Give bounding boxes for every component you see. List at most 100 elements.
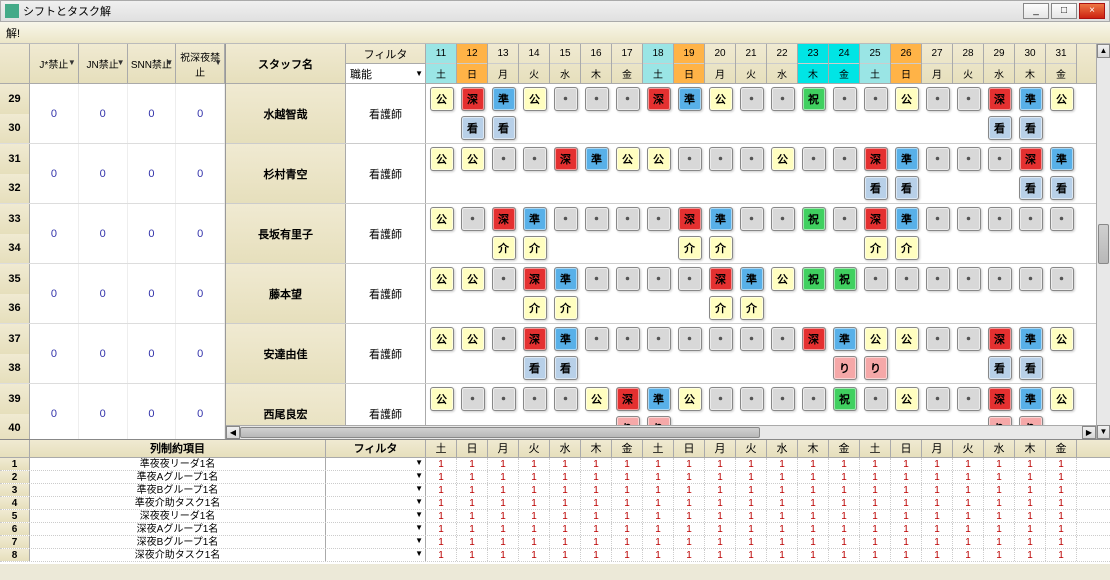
constraint-value[interactable]: 1 [612,536,643,548]
shift-cell[interactable]: 深 [984,84,1015,114]
scrollbar-thumb[interactable] [1098,224,1109,264]
dropdown-icon[interactable]: ▼ [214,58,222,67]
constraint-value[interactable]: 1 [922,484,953,496]
shift-badge-ri[interactable]: り [647,416,671,425]
shift-badge-dot[interactable]: ・ [1050,267,1074,291]
constraint-value[interactable]: 1 [426,458,457,470]
shift-cell[interactable]: ・ [953,84,984,114]
shift-badge-kou[interactable]: 公 [430,87,454,111]
shift-badge-kan[interactable]: 看 [1019,356,1043,380]
constraint-value[interactable]: 1 [1015,458,1046,470]
day-header[interactable]: 23木 [798,44,829,83]
shift-badge-dot[interactable]: ・ [926,387,950,411]
shift-cell[interactable]: ・ [953,324,984,354]
shift-badge-dot[interactable]: ・ [585,207,609,231]
shift-cell[interactable] [550,414,581,426]
shift-cell[interactable]: 準 [736,264,767,294]
shift-cell[interactable] [922,174,953,204]
shift-badge-dot[interactable]: ・ [771,87,795,111]
constraint-value[interactable]: 1 [612,523,643,535]
shift-badge-kou[interactable]: 公 [461,147,485,171]
shift-cell[interactable]: 公 [643,144,674,174]
shift-badge-shin[interactable]: 深 [864,207,888,231]
day-header[interactable]: 27月 [922,44,953,83]
shift-badge-kai[interactable]: 介 [554,296,578,320]
constraint-value[interactable]: 1 [767,484,798,496]
scroll-right-icon[interactable]: ▶ [1082,426,1096,439]
shift-badge-shuku[interactable]: 祝 [802,207,826,231]
constraint-value[interactable]: 1 [922,510,953,522]
constraint-value[interactable]: 1 [798,471,829,483]
shift-cell[interactable] [922,234,953,264]
shift-cell[interactable] [984,234,1015,264]
shift-badge-shin[interactable]: 深 [709,267,733,291]
dropdown-icon[interactable]: ▼ [117,58,125,67]
shift-cell[interactable]: ・ [860,84,891,114]
shift-badge-kou[interactable]: 公 [430,147,454,171]
shift-cell[interactable]: ・ [829,204,860,234]
shift-badge-kai[interactable]: 介 [895,236,919,260]
shift-cell[interactable]: り [643,414,674,426]
left-cell[interactable]: 0 [79,204,128,263]
shift-badge-shin[interactable]: 深 [647,87,671,111]
shift-cell[interactable] [798,114,829,144]
constraint-value[interactable]: 1 [581,523,612,535]
scroll-left-icon[interactable]: ◀ [226,426,240,439]
minimize-button[interactable]: _ [1023,3,1049,19]
shift-badge-dot[interactable]: ・ [864,387,888,411]
shift-cell[interactable]: 準 [1015,84,1046,114]
shift-badge-dot[interactable]: ・ [895,267,919,291]
constraint-value[interactable]: 1 [891,484,922,496]
day-header[interactable]: 18土 [643,44,674,83]
constraint-value[interactable]: 1 [891,458,922,470]
shift-cell[interactable]: 公 [457,264,488,294]
shift-cell[interactable]: 公 [519,84,550,114]
shift-badge-dot[interactable]: ・ [492,327,516,351]
constraint-value[interactable]: 1 [767,523,798,535]
shift-cell[interactable]: ・ [1015,264,1046,294]
day-header[interactable]: 25土 [860,44,891,83]
shift-badge-shin[interactable]: 深 [523,267,547,291]
constraint-filter[interactable]: ▼ [326,536,426,548]
shift-cell[interactable]: 看 [550,354,581,384]
shift-cell[interactable]: ・ [581,84,612,114]
shift-badge-dot[interactable]: ・ [771,387,795,411]
shift-cell[interactable]: 準 [891,204,922,234]
constraint-value[interactable]: 1 [705,510,736,522]
shift-cell[interactable]: ・ [581,264,612,294]
constraint-value[interactable]: 1 [457,497,488,509]
constraint-value[interactable]: 1 [829,471,860,483]
constraint-value[interactable]: 1 [984,497,1015,509]
shift-cell[interactable] [953,354,984,384]
shift-cell[interactable]: ・ [767,384,798,414]
constraint-value[interactable]: 1 [1015,523,1046,535]
shift-badge-shin[interactable]: 深 [864,147,888,171]
shift-cell[interactable]: り [860,354,891,384]
shift-cell[interactable] [488,354,519,384]
shift-cell[interactable]: 公 [891,84,922,114]
shift-badge-shin[interactable]: 深 [988,87,1012,111]
shift-cell[interactable] [736,234,767,264]
constraint-value[interactable]: 1 [550,497,581,509]
constraint-value[interactable]: 1 [829,510,860,522]
shift-cell[interactable] [922,354,953,384]
shift-cell[interactable]: ・ [891,264,922,294]
shift-badge-kou[interactable]: 公 [430,387,454,411]
shift-cell[interactable]: ・ [829,144,860,174]
constraint-value[interactable]: 1 [643,549,674,561]
shift-cell[interactable] [767,114,798,144]
shift-badge-dot[interactable]: ・ [740,147,764,171]
shift-cell[interactable] [457,234,488,264]
shift-cell[interactable]: 公 [426,144,457,174]
constraint-value[interactable]: 1 [829,484,860,496]
constraint-value[interactable]: 1 [767,536,798,548]
shift-cell[interactable]: ・ [488,144,519,174]
shift-cell[interactable] [1046,294,1077,324]
shift-cell[interactable] [581,234,612,264]
shift-cell[interactable]: り [612,414,643,426]
constraint-value[interactable]: 1 [457,536,488,548]
shift-cell[interactable]: ・ [550,84,581,114]
left-cell[interactable]: 0 [30,204,79,263]
shift-cell[interactable] [798,354,829,384]
shift-cell[interactable] [767,414,798,426]
